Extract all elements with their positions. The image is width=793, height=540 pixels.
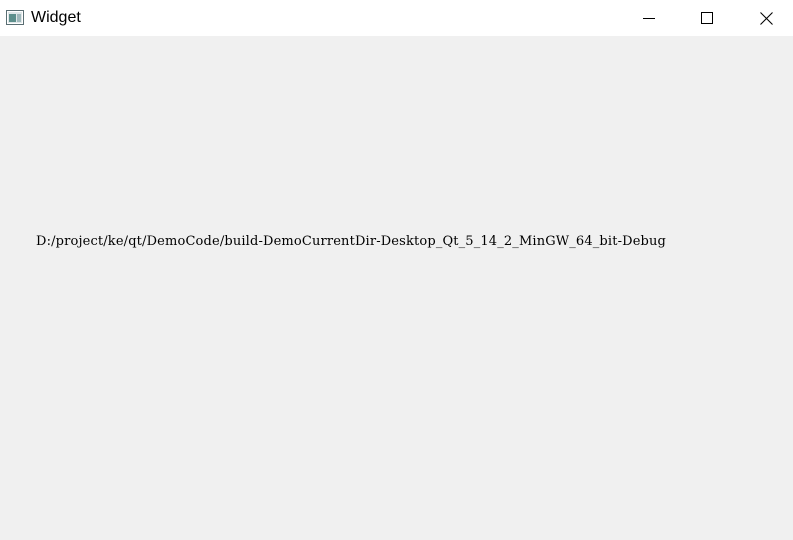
title-bar[interactable]: Widget xyxy=(0,0,793,36)
maximize-icon xyxy=(701,12,713,24)
window-title: Widget xyxy=(31,9,81,26)
minimize-icon xyxy=(643,12,655,24)
close-button[interactable] xyxy=(737,0,793,36)
current-dir-label: D:/project/ke/qt/DemoCode/build-DemoCurr… xyxy=(36,234,667,249)
app-icon xyxy=(6,10,24,25)
app-window: Widget D:/project/ke/qt/DemoCode/build-D… xyxy=(0,0,793,540)
maximize-button[interactable] xyxy=(678,0,736,36)
client-area: D:/project/ke/qt/DemoCode/build-DemoCurr… xyxy=(0,36,793,540)
close-icon xyxy=(759,11,773,25)
minimize-button[interactable] xyxy=(620,0,678,36)
